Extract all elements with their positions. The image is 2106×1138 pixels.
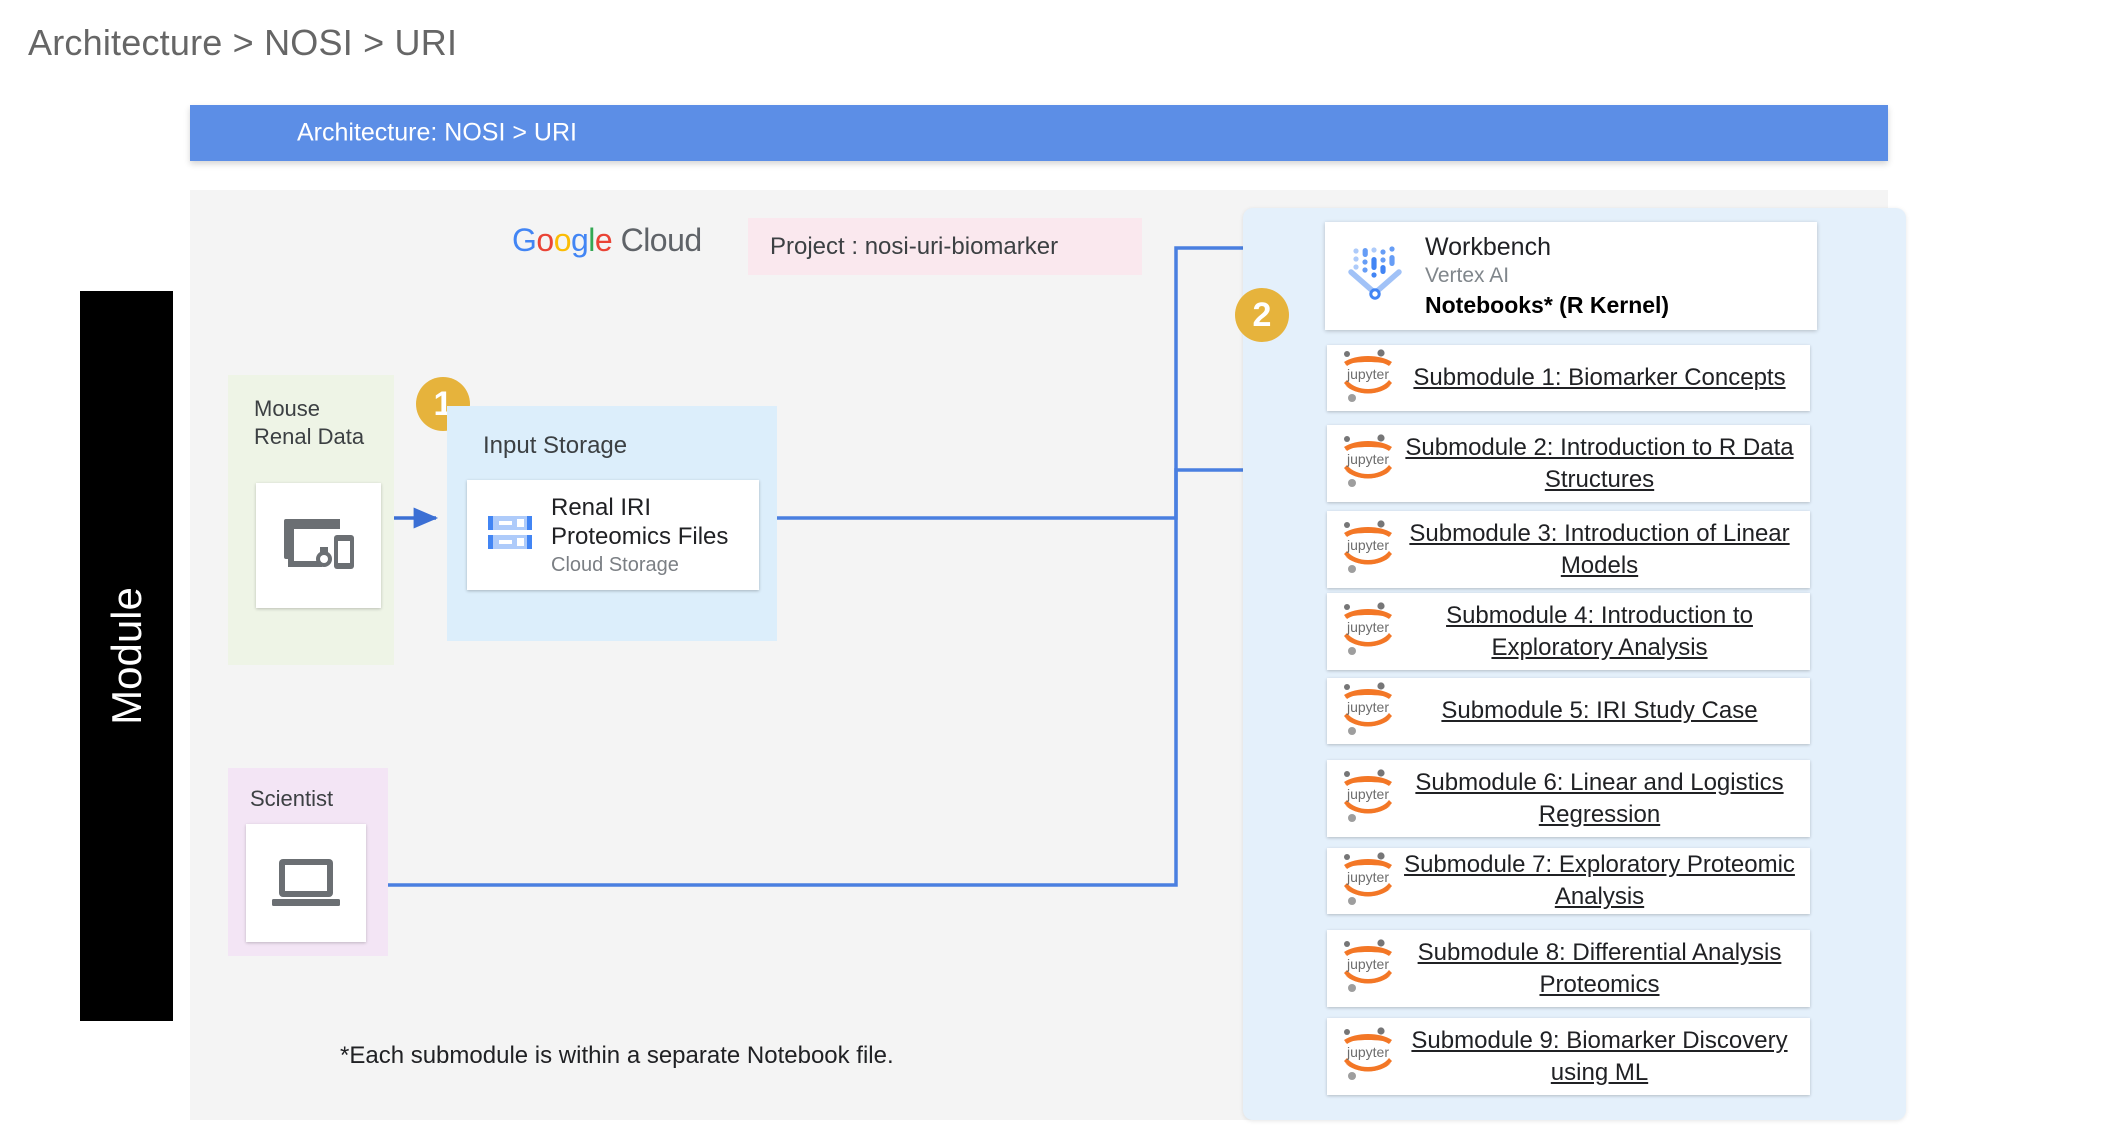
module-sidebar-label: Module — [103, 587, 151, 725]
cloud-storage-card-text: Renal IRI Proteomics Files Cloud Storage — [551, 493, 728, 578]
logo-letter-l: l — [588, 222, 595, 258]
submodule-label[interactable]: Submodule 2: Introduction to R Data Stru… — [1399, 432, 1810, 495]
logo-letter-e: e — [595, 222, 612, 258]
svg-text:jupyter: jupyter — [1346, 1044, 1389, 1060]
module-sidebar: Module — [80, 291, 173, 1021]
submodule-card-6[interactable]: jupyter Submodule 6: Linear and Logistic… — [1327, 760, 1810, 837]
vertex-ai-workbench-card[interactable]: Workbench Vertex AI Notebooks* (R Kernel… — [1325, 222, 1817, 330]
submodule-label[interactable]: Submodule 3: Introduction of Linear Mode… — [1399, 518, 1810, 581]
cloud-storage-subtitle: Cloud Storage — [551, 554, 728, 577]
workbench-detail: Notebooks* (R Kernel) — [1425, 292, 1669, 320]
submodule-card-5[interactable]: jupyter Submodule 5: IRI Study Case — [1327, 678, 1810, 744]
cloud-storage-icon — [487, 514, 533, 557]
svg-text:jupyter: jupyter — [1346, 619, 1389, 635]
jupyter-icon: jupyter — [1337, 680, 1399, 743]
submodule-card-2[interactable]: jupyter Submodule 2: Introduction to R D… — [1327, 425, 1810, 502]
footnote: *Each submodule is within a separate Not… — [340, 1042, 894, 1070]
project-label: Project : nosi-uri-biomarker — [770, 233, 1058, 261]
mouse-title-line-2: Renal Data — [254, 423, 364, 451]
devices-icon-card — [256, 483, 381, 608]
submodule-label[interactable]: Submodule 6: Linear and Logistics Regres… — [1399, 767, 1810, 830]
svg-text:jupyter: jupyter — [1346, 366, 1389, 382]
svg-text:jupyter: jupyter — [1346, 451, 1389, 467]
vertex-ai-workbench-text: Workbench Vertex AI Notebooks* (R Kernel… — [1425, 233, 1669, 319]
laptop-icon — [270, 855, 342, 911]
laptop-icon-card — [246, 824, 366, 942]
svg-text:jupyter: jupyter — [1346, 956, 1389, 972]
jupyter-icon: jupyter — [1337, 518, 1399, 581]
vertex-ai-workbench-icon — [1347, 246, 1405, 307]
breadcrumb: Architecture > NOSI > URI — [28, 22, 457, 64]
google-cloud-logo: Google Cloud — [512, 222, 702, 259]
logo-letter-o1: o — [536, 222, 553, 258]
submodule-card-9[interactable]: jupyter Submodule 9: Biomarker Discovery… — [1327, 1018, 1810, 1095]
jupyter-icon: jupyter — [1337, 600, 1399, 663]
submodule-card-3[interactable]: jupyter Submodule 3: Introduction of Lin… — [1327, 511, 1810, 588]
submodule-label[interactable]: Submodule 8: Differential Analysis Prote… — [1399, 937, 1810, 1000]
workbench-subtitle: Vertex AI — [1425, 263, 1669, 289]
logo-letter-o2: o — [554, 222, 571, 258]
mouse-renal-data-group: Mouse Renal Data — [228, 375, 394, 665]
submodule-label[interactable]: Submodule 7: Exploratory Proteomic Analy… — [1399, 849, 1810, 912]
mouse-renal-data-title: Mouse Renal Data — [254, 395, 364, 451]
submodule-label[interactable]: Submodule 9: Biomarker Discovery using M… — [1399, 1025, 1810, 1088]
submodule-card-8[interactable]: jupyter Submodule 8: Differential Analys… — [1327, 930, 1810, 1007]
jupyter-icon: jupyter — [1337, 347, 1399, 410]
cloud-storage-title: Renal IRI Proteomics Files — [551, 493, 728, 552]
jupyter-icon: jupyter — [1337, 850, 1399, 913]
submodule-card-1[interactable]: jupyter Submodule 1: Biomarker Concepts — [1327, 345, 1810, 411]
logo-letter-g2: g — [571, 222, 588, 258]
logo-letter-g1: G — [512, 222, 536, 258]
storage-title-line-2: Proteomics Files — [551, 522, 728, 551]
storage-title-line-1: Renal IRI — [551, 493, 728, 522]
cloud-storage-card[interactable]: Renal IRI Proteomics Files Cloud Storage — [467, 480, 759, 590]
title-bar: Architecture: NOSI > URI — [190, 105, 1888, 161]
jupyter-icon: jupyter — [1337, 767, 1399, 830]
svg-text:jupyter: jupyter — [1346, 699, 1389, 715]
project-badge: Project : nosi-uri-biomarker — [748, 218, 1142, 275]
diagram-root: Architecture > NOSI > URI Architecture: … — [0, 0, 2106, 1138]
jupyter-icon: jupyter — [1337, 1025, 1399, 1088]
logo-cloud-text: Cloud — [621, 222, 702, 258]
input-storage-group: Input Storage Renal IRI — [447, 406, 777, 641]
step-badge-2: 2 — [1235, 288, 1289, 342]
submodule-card-7[interactable]: jupyter Submodule 7: Exploratory Proteom… — [1327, 848, 1810, 914]
submodule-label[interactable]: Submodule 1: Biomarker Concepts — [1399, 362, 1810, 394]
logo-word-cloud: Cloud — [612, 222, 702, 258]
devices-icon — [280, 515, 358, 577]
input-storage-title: Input Storage — [483, 432, 627, 460]
mouse-title-line-1: Mouse — [254, 395, 364, 423]
submodule-label[interactable]: Submodule 5: IRI Study Case — [1399, 695, 1810, 727]
submodule-label[interactable]: Submodule 4: Introduction to Exploratory… — [1399, 600, 1810, 663]
svg-text:jupyter: jupyter — [1346, 869, 1389, 885]
submodule-card-4[interactable]: jupyter Submodule 4: Introduction to Exp… — [1327, 593, 1810, 670]
scientist-title: Scientist — [250, 786, 333, 812]
scientist-group: Scientist — [228, 768, 388, 956]
svg-text:jupyter: jupyter — [1346, 537, 1389, 553]
title-bar-label: Architecture: NOSI > URI — [297, 119, 577, 148]
svg-text:jupyter: jupyter — [1346, 786, 1389, 802]
jupyter-icon: jupyter — [1337, 432, 1399, 495]
workbench-title: Workbench — [1425, 233, 1669, 263]
jupyter-icon: jupyter — [1337, 937, 1399, 1000]
